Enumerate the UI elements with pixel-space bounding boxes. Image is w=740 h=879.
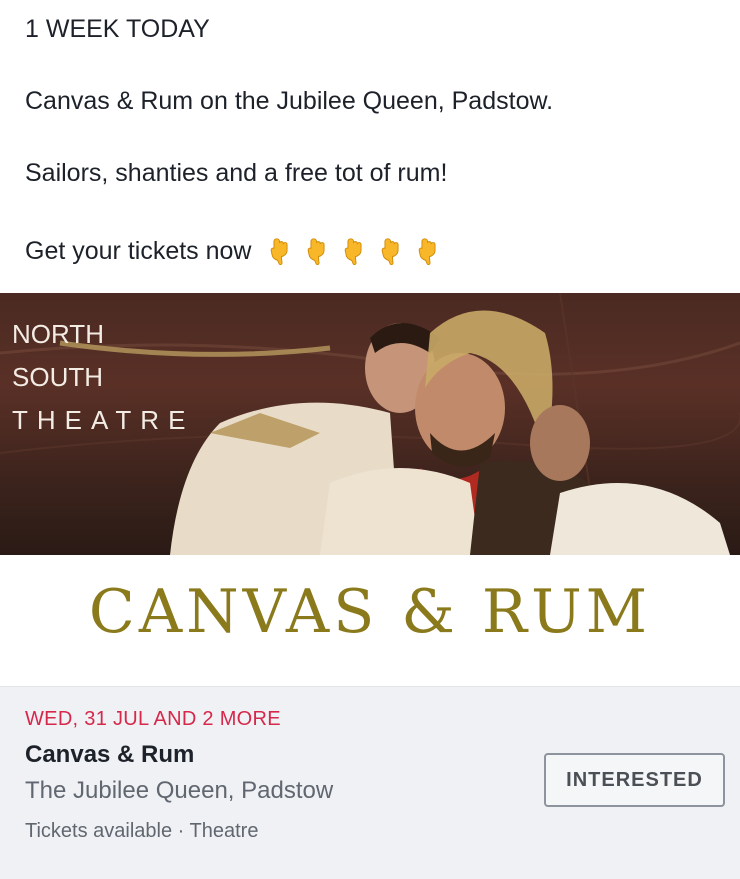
theatre-brand: NORTH SOUTH THEATRE — [12, 313, 194, 442]
interested-button[interactable]: INTERESTED — [544, 753, 725, 807]
pointing-down-hand-icon — [271, 238, 289, 266]
brand-line-south: SOUTH — [12, 362, 103, 392]
post-line-tagline: Sailors, shanties and a free tot of rum! — [25, 159, 448, 187]
post-line-cta: Get your tickets now — [25, 236, 444, 266]
pointing-down-hand-icon — [308, 238, 326, 266]
post-line-countdown: 1 WEEK TODAY — [25, 15, 210, 43]
pointing-down-hand-icon — [419, 238, 437, 266]
event-name[interactable]: Canvas & Rum — [25, 741, 194, 769]
emoji-row — [265, 236, 444, 266]
brand-line-north: NORTH — [12, 319, 104, 349]
banner-title: CANVAS & RUM — [88, 577, 652, 647]
post-line-cta-text: Get your tickets now — [25, 237, 252, 265]
event-date: WED, 31 JUL AND 2 MORE — [25, 708, 281, 730]
event-title-banner: CANVAS & RUM — [0, 555, 740, 686]
event-meta: Tickets available · Theatre — [25, 820, 259, 842]
brand-line-theatre: THEATRE — [12, 405, 195, 435]
event-card[interactable]: WED, 31 JUL AND 2 MORE Canvas & Rum The … — [0, 686, 740, 879]
event-cover-photo[interactable]: NORTH SOUTH THEATRE — [0, 293, 740, 555]
pointing-down-hand-icon — [382, 238, 400, 266]
event-venue: The Jubilee Queen, Padstow — [25, 777, 334, 804]
post-line-event: Canvas & Rum on the Jubilee Queen, Padst… — [25, 87, 554, 115]
pointing-down-hand-icon — [345, 238, 363, 266]
